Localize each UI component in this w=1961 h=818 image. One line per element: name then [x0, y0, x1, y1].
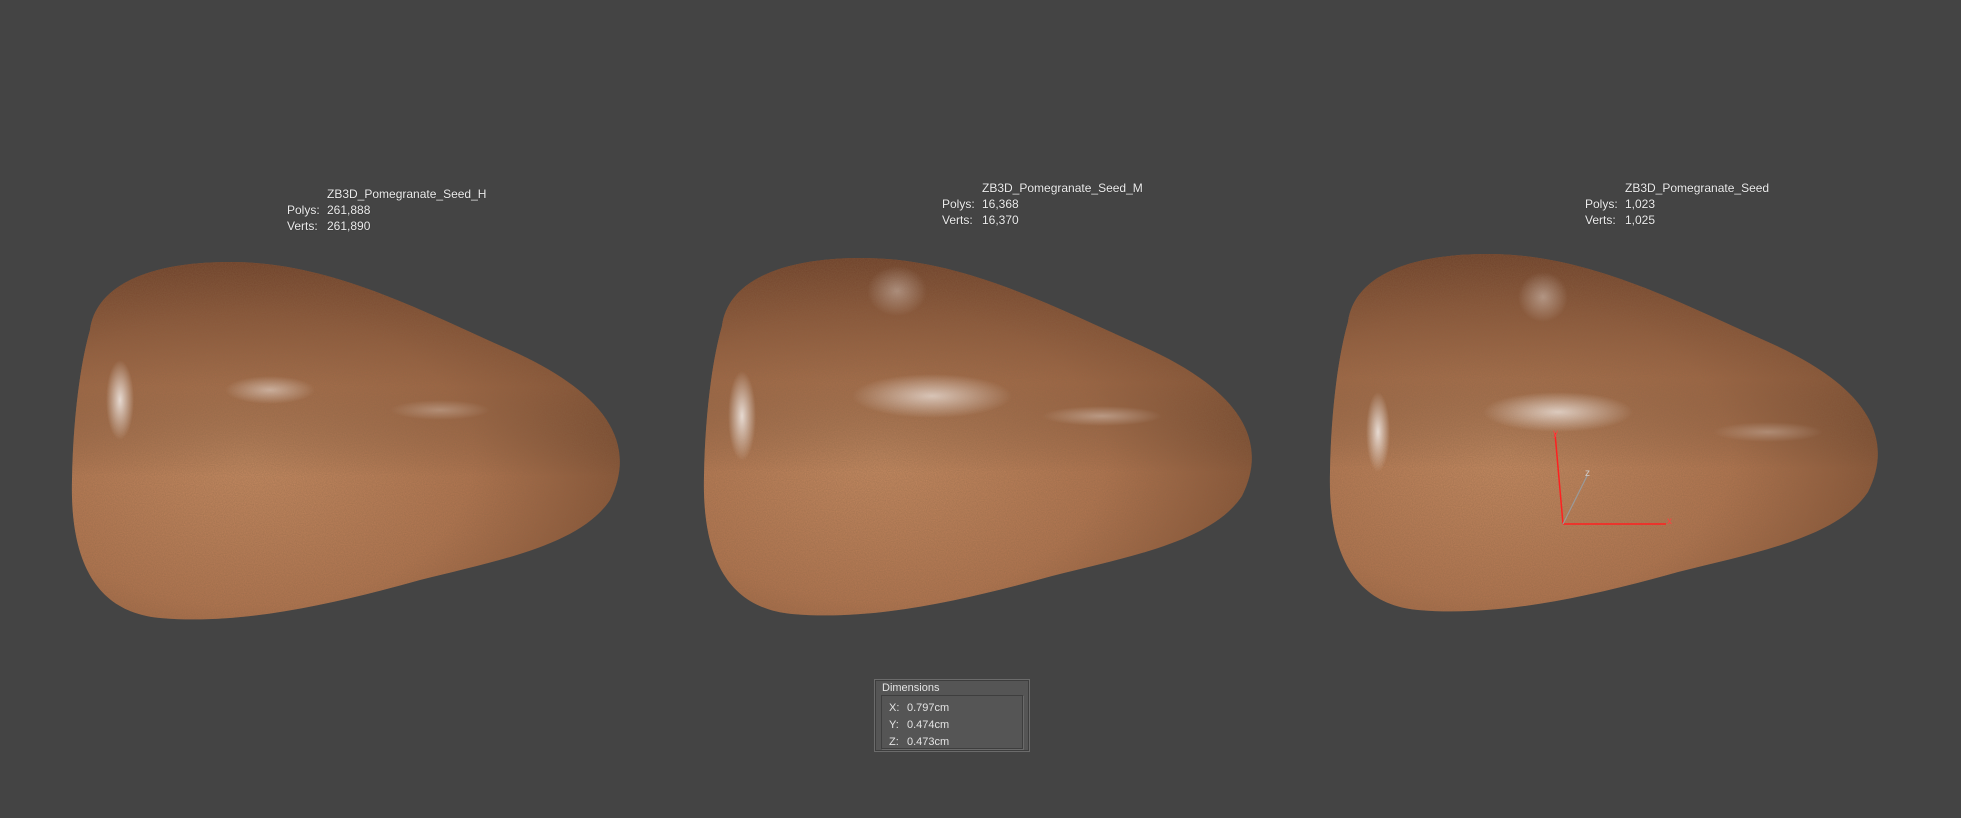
seed-model-medium — [703, 258, 1252, 616]
polys-value: 1,023 — [1625, 197, 1656, 211]
3d-viewport[interactable]: x y z ZB3D_Pomegranate_Seed_H Polys: 261,… — [0, 0, 1961, 818]
dimension-y-value: 0.474cm — [907, 719, 950, 731]
dimension-x-row: X: 0.797cm — [889, 701, 949, 715]
model-name: ZB3D_Pomegranate_Seed_H — [327, 187, 487, 201]
verts-value: 16,370 — [982, 213, 1019, 227]
seed-model-low — [1329, 254, 1878, 612]
dimension-y-label: Y: — [889, 719, 899, 731]
model-name: ZB3D_Pomegranate_Seed — [1625, 181, 1770, 195]
polys-label: Polys: — [942, 197, 975, 211]
polys-value: 261,888 — [327, 203, 371, 217]
model-info-low: ZB3D_Pomegranate_Seed Polys: 1,023 Verts:… — [1585, 180, 1769, 228]
dimension-y-row: Y: 0.474cm — [889, 718, 949, 732]
polys-label: Polys: — [1585, 197, 1618, 211]
dimension-x-label: X: — [889, 702, 900, 714]
seed-model-high — [71, 262, 620, 620]
gizmo-y-label: y — [1553, 428, 1558, 439]
dimensions-panel: Dimensions X: 0.797cm Y: 0.474cm Z: 0.47… — [874, 679, 1030, 752]
dimensions-title: Dimensions — [882, 682, 940, 694]
polys-label: Polys: — [287, 203, 320, 217]
model-info-medium: ZB3D_Pomegranate_Seed_M Polys: 16,368 Ver… — [942, 180, 1143, 228]
dimension-z-row: Z: 0.473cm — [889, 735, 949, 749]
gizmo-x-label: x — [1667, 516, 1672, 527]
verts-value: 1,025 — [1625, 213, 1656, 227]
verts-label: Verts: — [1585, 213, 1616, 227]
verts-label: Verts: — [287, 219, 318, 233]
dimension-z-label: Z: — [889, 736, 899, 748]
model-info-high: ZB3D_Pomegranate_Seed_H Polys: 261,888 Ve… — [287, 186, 486, 234]
polys-value: 16,368 — [982, 197, 1019, 211]
gizmo-z-label: z — [1585, 468, 1590, 479]
verts-value: 261,890 — [327, 219, 371, 233]
verts-label: Verts: — [942, 213, 973, 227]
model-name: ZB3D_Pomegranate_Seed_M — [982, 181, 1143, 195]
dimension-z-value: 0.473cm — [907, 736, 950, 748]
dimension-x-value: 0.797cm — [907, 702, 950, 714]
